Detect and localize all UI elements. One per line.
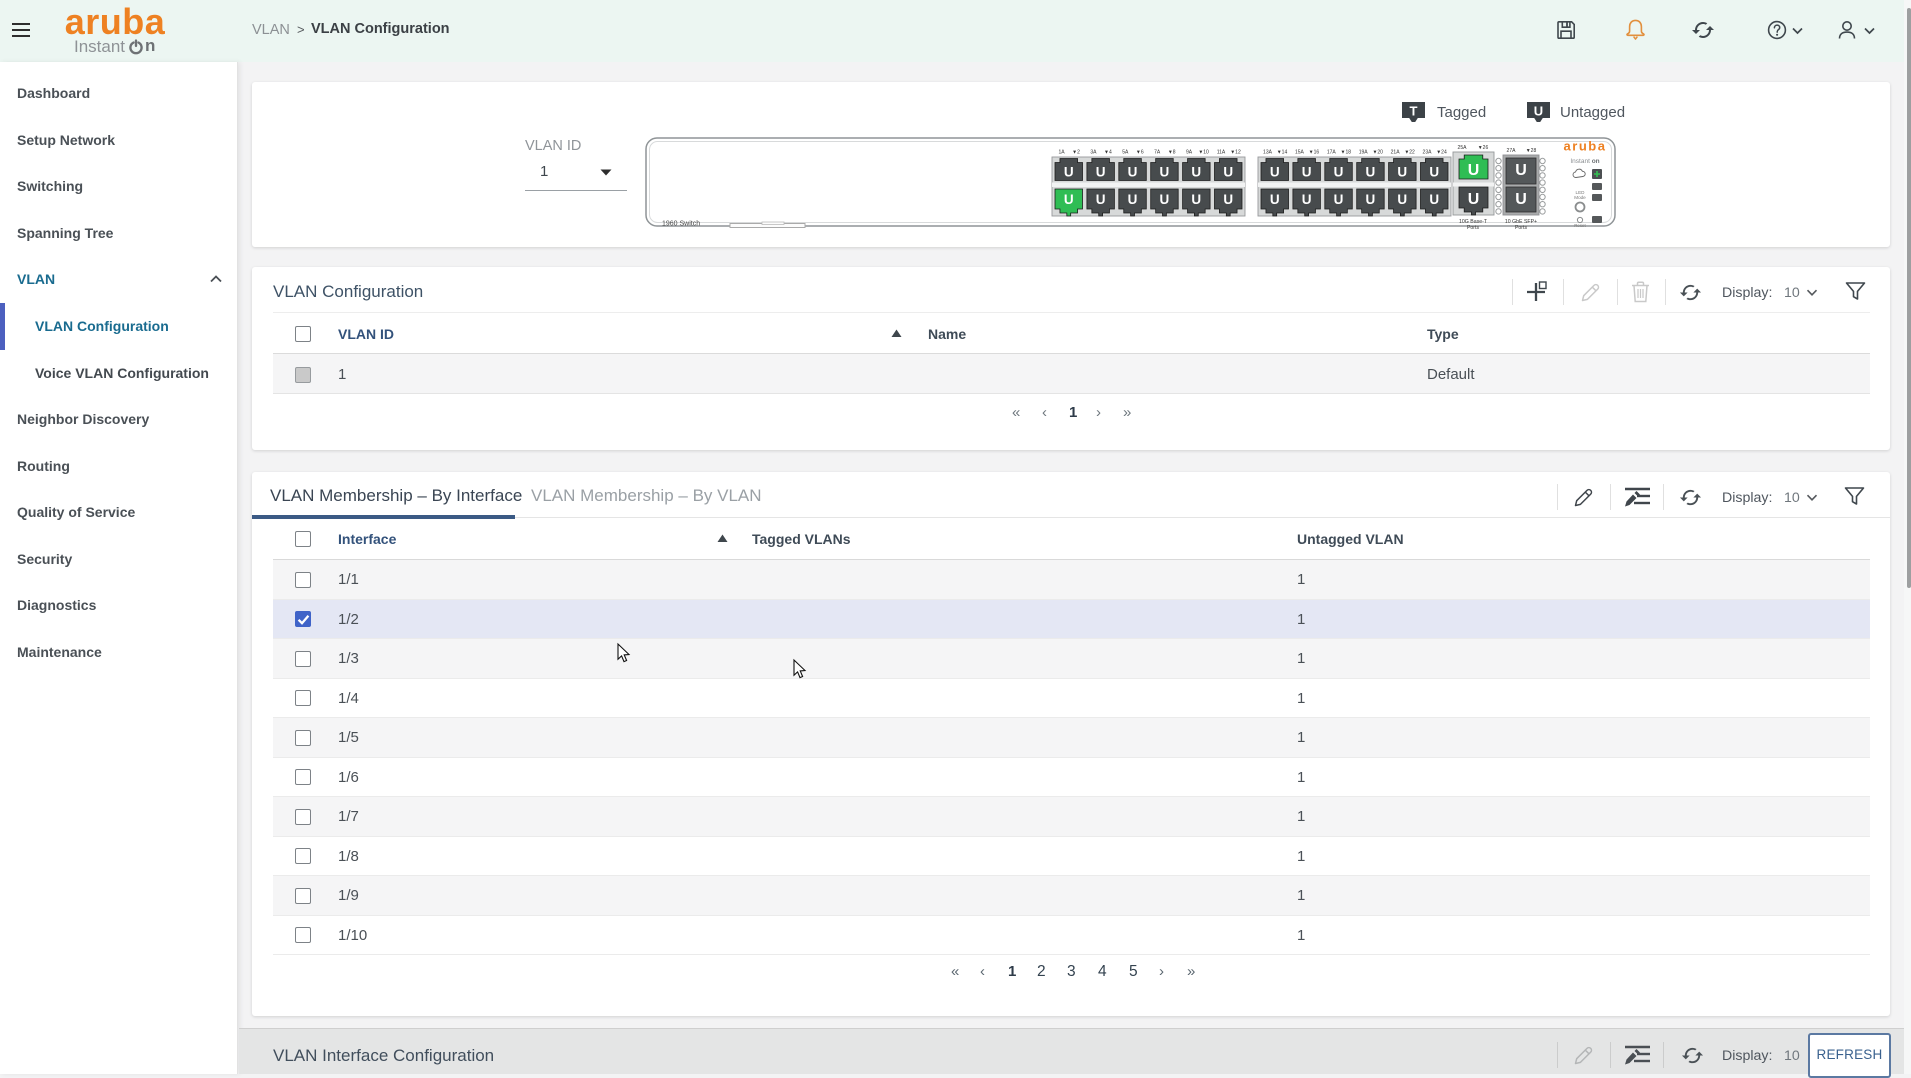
svg-text:U: U — [1270, 165, 1280, 180]
svg-text:U: U — [1128, 192, 1138, 207]
svg-text:U: U — [1191, 192, 1201, 207]
svg-text:23A: 23A — [1423, 150, 1433, 156]
svg-text:▼4: ▼4 — [1104, 150, 1112, 156]
svg-text:▼20: ▼20 — [1372, 150, 1383, 156]
svg-text:▼22: ▼22 — [1404, 150, 1415, 156]
svg-text:U: U — [1096, 165, 1106, 180]
svg-text:Instant on: Instant on — [1570, 158, 1599, 165]
svg-text:▼16: ▼16 — [1309, 150, 1320, 156]
svg-text:aruba: aruba — [1564, 139, 1607, 154]
svg-text:U: U — [1468, 191, 1480, 208]
svg-text:11A: 11A — [1217, 150, 1226, 156]
svg-text:▼18: ▼18 — [1341, 150, 1352, 156]
svg-text:U: U — [1223, 165, 1233, 180]
svg-text:U: U — [1064, 165, 1074, 180]
svg-text:U: U — [1366, 192, 1376, 207]
svg-text:▼10: ▼10 — [1198, 150, 1209, 156]
svg-text:17A: 17A — [1327, 150, 1337, 156]
svg-text:U: U — [1160, 165, 1170, 180]
svg-text:1A: 1A — [1058, 150, 1065, 156]
svg-text:19A: 19A — [1359, 150, 1369, 156]
svg-text:▼24: ▼24 — [1436, 150, 1447, 156]
svg-text:U: U — [1429, 165, 1439, 180]
svg-text:U: U — [1128, 165, 1138, 180]
svg-text:▼8: ▼8 — [1168, 150, 1176, 156]
svg-text:U: U — [1397, 165, 1407, 180]
svg-text:3A: 3A — [1090, 150, 1097, 156]
svg-text:25A: 25A — [1458, 145, 1468, 151]
svg-text:Ports: Ports — [1515, 225, 1528, 231]
svg-text:7A: 7A — [1154, 150, 1161, 156]
svg-text:U: U — [1160, 192, 1170, 207]
svg-text:Reset: Reset — [1574, 223, 1586, 228]
svg-text:U: U — [1334, 165, 1344, 180]
svg-text:21A: 21A — [1391, 150, 1401, 156]
svg-text:5A: 5A — [1122, 150, 1129, 156]
svg-text:U: U — [1534, 104, 1543, 119]
svg-text:U: U — [1468, 162, 1480, 179]
svg-text:▼26: ▼26 — [1478, 145, 1489, 151]
svg-text:T: T — [1410, 104, 1418, 119]
svg-text:U: U — [1096, 192, 1106, 207]
svg-text:U: U — [1366, 165, 1376, 180]
svg-text:13A: 13A — [1263, 150, 1273, 156]
svg-text:U: U — [1223, 192, 1233, 207]
svg-text:▼14: ▼14 — [1277, 150, 1288, 156]
svg-text:U: U — [1429, 192, 1439, 207]
svg-text:▼2: ▼2 — [1072, 150, 1080, 156]
svg-text:U: U — [1270, 192, 1280, 207]
svg-text:27A: 27A — [1507, 148, 1517, 154]
svg-text:U: U — [1064, 192, 1074, 207]
svg-text:Ports: Ports — [1467, 225, 1480, 231]
svg-text:15A: 15A — [1295, 150, 1305, 156]
svg-text:1960 Switch: 1960 Switch — [662, 221, 700, 228]
svg-text:9A: 9A — [1186, 150, 1193, 156]
svg-text:▼6: ▼6 — [1136, 150, 1144, 156]
svg-text:U: U — [1334, 192, 1344, 207]
svg-text:U: U — [1191, 165, 1201, 180]
svg-text:Mode: Mode — [1574, 195, 1586, 200]
svg-text:U: U — [1302, 192, 1312, 207]
svg-text:U: U — [1515, 191, 1527, 208]
svg-text:U: U — [1515, 162, 1527, 179]
svg-text:▼12: ▼12 — [1230, 150, 1241, 156]
svg-text:U: U — [1302, 165, 1312, 180]
svg-text:U: U — [1397, 192, 1407, 207]
svg-text:▼28: ▼28 — [1526, 148, 1537, 154]
